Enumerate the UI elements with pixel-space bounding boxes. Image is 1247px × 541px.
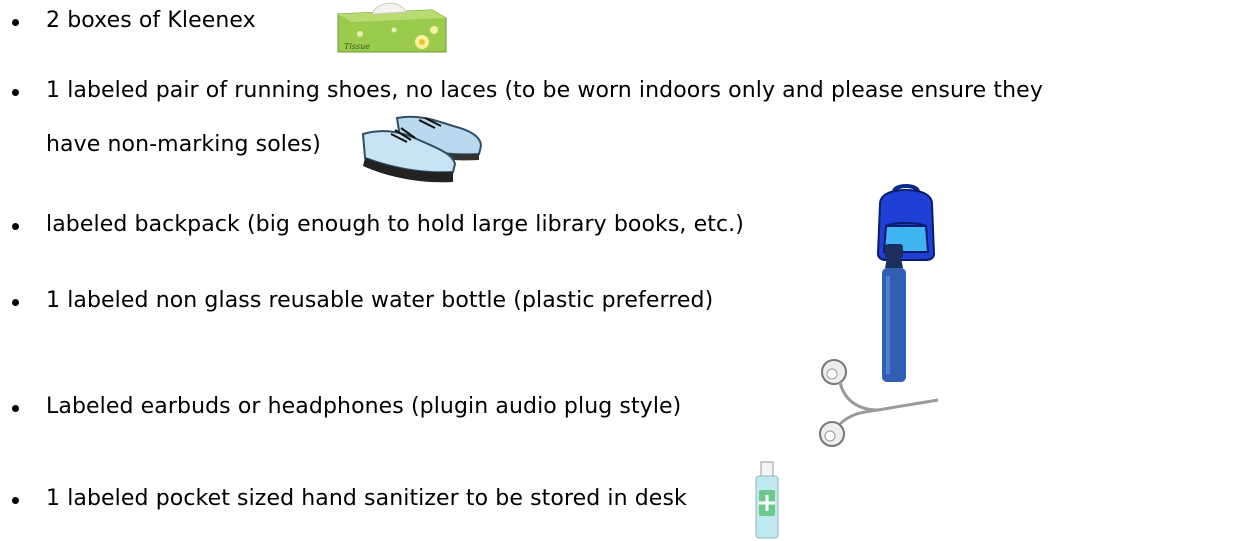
bullet	[12, 89, 19, 96]
list-item-text: Labeled earbuds or headphones (plugin au…	[46, 394, 682, 419]
list-item-text-continued: have non-marking soles)	[46, 132, 321, 157]
bullet	[12, 405, 19, 412]
bullet	[12, 19, 19, 26]
supply-list: 2 boxes of Kleenex Tissue 1 labeled pair…	[0, 0, 1247, 541]
list-item-text: 2 boxes of Kleenex	[46, 8, 256, 33]
tissue-label: Tissue	[344, 42, 370, 51]
list-item-text: labeled backpack (big enough to hold lar…	[46, 212, 744, 237]
list-item-text: 1 labeled pair of running shoes, no lace…	[46, 78, 1043, 103]
running-shoes-icon	[361, 115, 483, 183]
earbuds-icon	[819, 359, 939, 447]
list-item-text: 1 labeled pocket sized hand sanitizer to…	[46, 486, 687, 511]
bullet	[12, 299, 19, 306]
bullet	[12, 223, 19, 230]
hand-sanitizer-icon	[755, 461, 779, 539]
bullet	[12, 497, 19, 504]
list-item-text: 1 labeled non glass reusable water bottl…	[46, 288, 714, 313]
tissue-box-icon: Tissue	[337, 2, 447, 53]
